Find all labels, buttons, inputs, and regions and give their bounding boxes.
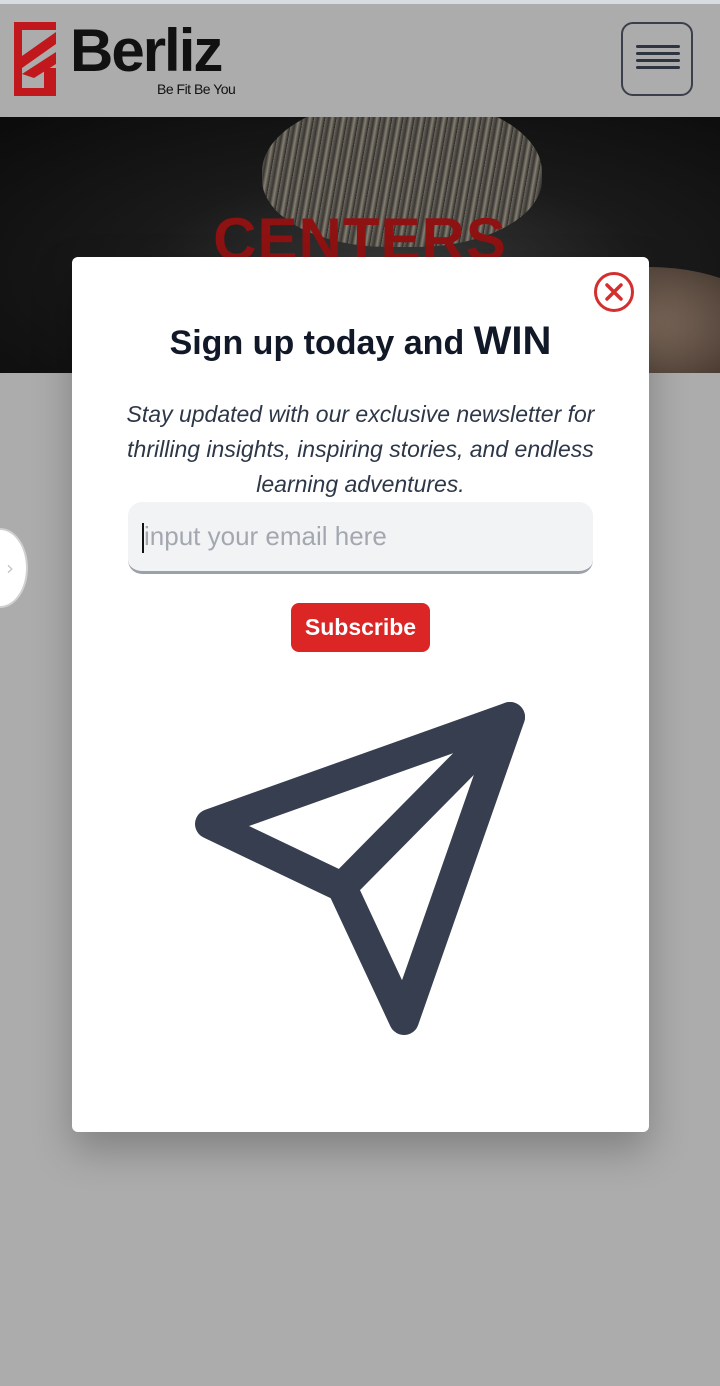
send-icon <box>195 702 525 1035</box>
hamburger-icon-line-1 <box>636 45 680 48</box>
brand-tagline: Be Fit Be You <box>157 81 236 97</box>
email-input[interactable] <box>128 502 593 574</box>
close-icon <box>605 283 623 301</box>
logo-mark-icon <box>14 22 56 96</box>
brand-name: Berliz <box>70 17 223 84</box>
site-header: Berliz Be Fit Be You <box>0 4 720 117</box>
chevron-right-icon: › <box>6 556 14 580</box>
hamburger-icon-line-2 <box>636 52 680 55</box>
hamburger-menu-button[interactable] <box>621 22 693 96</box>
heading-prefix: Sign up today and <box>169 324 474 362</box>
hamburger-icon-line-4 <box>636 66 680 69</box>
modal-heading: Sign up today and WIN <box>72 319 649 364</box>
hamburger-icon-line-3 <box>636 59 680 62</box>
brand-logo[interactable]: Berliz Be Fit Be You <box>14 17 254 102</box>
heading-emphasis: WIN <box>473 319 552 363</box>
subscribe-button[interactable]: Subscribe <box>291 603 430 652</box>
close-modal-button[interactable] <box>594 272 634 312</box>
text-caret <box>142 523 144 553</box>
carousel-side-handle[interactable] <box>0 528 28 608</box>
modal-description: Stay updated with our exclusive newslett… <box>126 401 595 497</box>
newsletter-modal: Sign up today and WIN Stay updated with … <box>72 257 649 1132</box>
